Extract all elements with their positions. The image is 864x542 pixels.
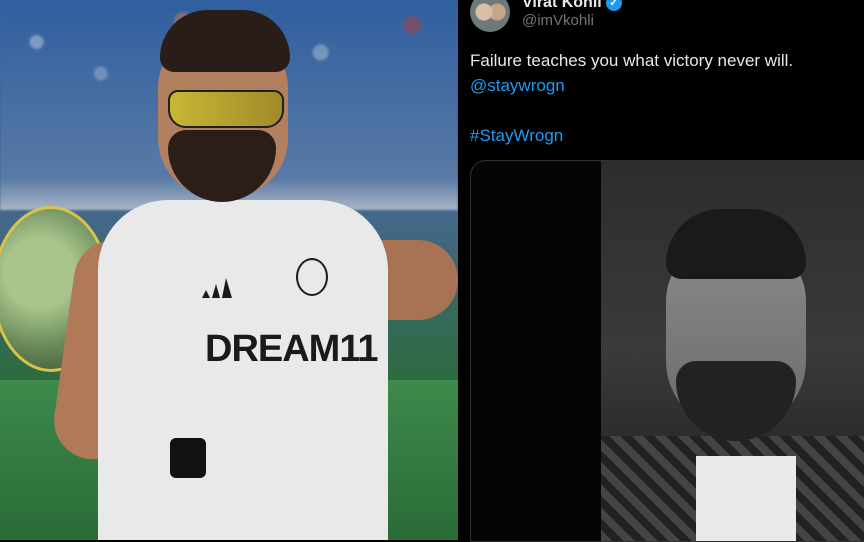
jersey-sponsor-text: DREAM11 bbox=[205, 328, 378, 370]
tweet-media[interactable] bbox=[470, 160, 864, 542]
mention-link[interactable]: @staywrogn bbox=[470, 76, 565, 96]
tweet-card: Virat Kohli ✓ @imVkohli Failure teaches y… bbox=[460, 0, 864, 542]
bcci-crest-icon bbox=[296, 258, 328, 296]
user-name-text[interactable]: Virat Kohli bbox=[522, 0, 602, 11]
player-hair bbox=[160, 10, 290, 72]
avatar[interactable] bbox=[470, 0, 510, 32]
bw-hair bbox=[666, 209, 806, 279]
player-photo: DREAM11 bbox=[0, 0, 458, 540]
adidas-logo-icon bbox=[202, 278, 232, 298]
wrist-band bbox=[170, 438, 206, 478]
user-handle[interactable]: @imVkohli bbox=[522, 12, 594, 29]
bw-tee bbox=[696, 456, 796, 541]
sunglasses bbox=[168, 90, 284, 128]
tweet-text: Failure teaches you what victory never w… bbox=[470, 51, 794, 70]
user-name[interactable]: Virat Kohli ✓ bbox=[522, 0, 622, 12]
hashtag-link[interactable]: #StayWrogn bbox=[470, 126, 563, 146]
verified-badge-icon: ✓ bbox=[605, 0, 622, 11]
